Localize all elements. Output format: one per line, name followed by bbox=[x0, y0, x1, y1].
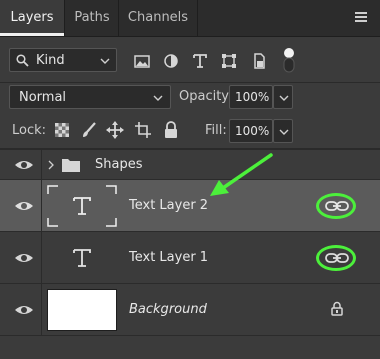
eye-icon[interactable] bbox=[14, 303, 34, 317]
fill-value: 100% bbox=[235, 124, 270, 138]
layer-thumbnail[interactable] bbox=[47, 237, 117, 279]
filter-toggle-icon[interactable] bbox=[278, 46, 300, 74]
eye-icon[interactable] bbox=[14, 251, 34, 265]
visibility-separator bbox=[41, 284, 42, 335]
shape-filter-icon[interactable] bbox=[218, 50, 240, 72]
lock-position-icon[interactable] bbox=[104, 119, 126, 141]
eye-icon[interactable] bbox=[14, 158, 34, 172]
chevron-down-icon bbox=[153, 95, 163, 101]
visibility-separator bbox=[41, 180, 42, 231]
text-layer-icon bbox=[73, 249, 91, 267]
layer-thumbnail[interactable] bbox=[47, 289, 117, 331]
opacity-label: Opacity: bbox=[179, 89, 233, 104]
layer-name: Background bbox=[129, 302, 207, 317]
adjustment-filter-icon[interactable] bbox=[160, 50, 182, 72]
search-icon bbox=[16, 54, 29, 67]
tab-paths[interactable]: Paths bbox=[66, 0, 119, 36]
chevron-down-icon bbox=[279, 95, 289, 101]
text-layer-icon bbox=[73, 197, 91, 215]
layer-row-background[interactable]: Background bbox=[0, 284, 380, 336]
image-filter-icon[interactable] bbox=[131, 50, 153, 72]
lock-icon bbox=[331, 301, 343, 316]
type-filter-icon[interactable] bbox=[189, 50, 211, 72]
tab-layers[interactable]: Layers bbox=[0, 0, 65, 36]
layer-name: Text Layer 2 bbox=[129, 198, 209, 213]
chevron-right-icon[interactable] bbox=[48, 160, 54, 170]
link-highlight-ring bbox=[316, 245, 356, 271]
layer-row-shapes[interactable]: Shapes bbox=[0, 150, 380, 180]
folder-icon bbox=[62, 159, 80, 172]
tab-channels[interactable]: Channels bbox=[119, 0, 198, 36]
annotation-arrow bbox=[210, 153, 273, 196]
chevron-down-icon bbox=[100, 58, 110, 64]
panel-menu-icon[interactable] bbox=[350, 6, 372, 28]
lock-artboard-icon[interactable] bbox=[132, 119, 154, 141]
lock-transparent-icon[interactable] bbox=[51, 119, 73, 141]
opacity-dropdown-button[interactable] bbox=[273, 85, 293, 109]
lock-image-icon[interactable] bbox=[78, 119, 100, 141]
blend-mode-value: Normal bbox=[19, 90, 67, 105]
panel-tab-bar: Layers Paths Channels bbox=[0, 0, 380, 37]
layer-thumbnail[interactable] bbox=[47, 185, 117, 227]
kind-filter-select[interactable]: Kind bbox=[9, 48, 117, 72]
eye-icon[interactable] bbox=[14, 199, 34, 213]
opacity-value: 100% bbox=[235, 90, 270, 104]
kind-filter-label: Kind bbox=[36, 53, 65, 68]
visibility-separator bbox=[41, 150, 42, 179]
blend-mode-select[interactable]: Normal bbox=[9, 85, 171, 109]
smart-object-filter-icon[interactable] bbox=[248, 50, 270, 72]
lock-all-icon[interactable] bbox=[160, 119, 182, 141]
fill-dropdown-button[interactable] bbox=[273, 119, 293, 143]
fill-label: Fill: bbox=[205, 123, 227, 138]
layer-name: Text Layer 1 bbox=[129, 250, 209, 265]
visibility-separator bbox=[41, 232, 42, 283]
opacity-field[interactable]: 100% bbox=[229, 85, 273, 109]
fill-field[interactable]: 100% bbox=[229, 119, 273, 143]
lock-label: Lock: bbox=[12, 123, 47, 138]
link-highlight-ring bbox=[316, 193, 356, 219]
chevron-down-icon bbox=[279, 129, 289, 135]
layer-name: Shapes bbox=[95, 157, 143, 172]
